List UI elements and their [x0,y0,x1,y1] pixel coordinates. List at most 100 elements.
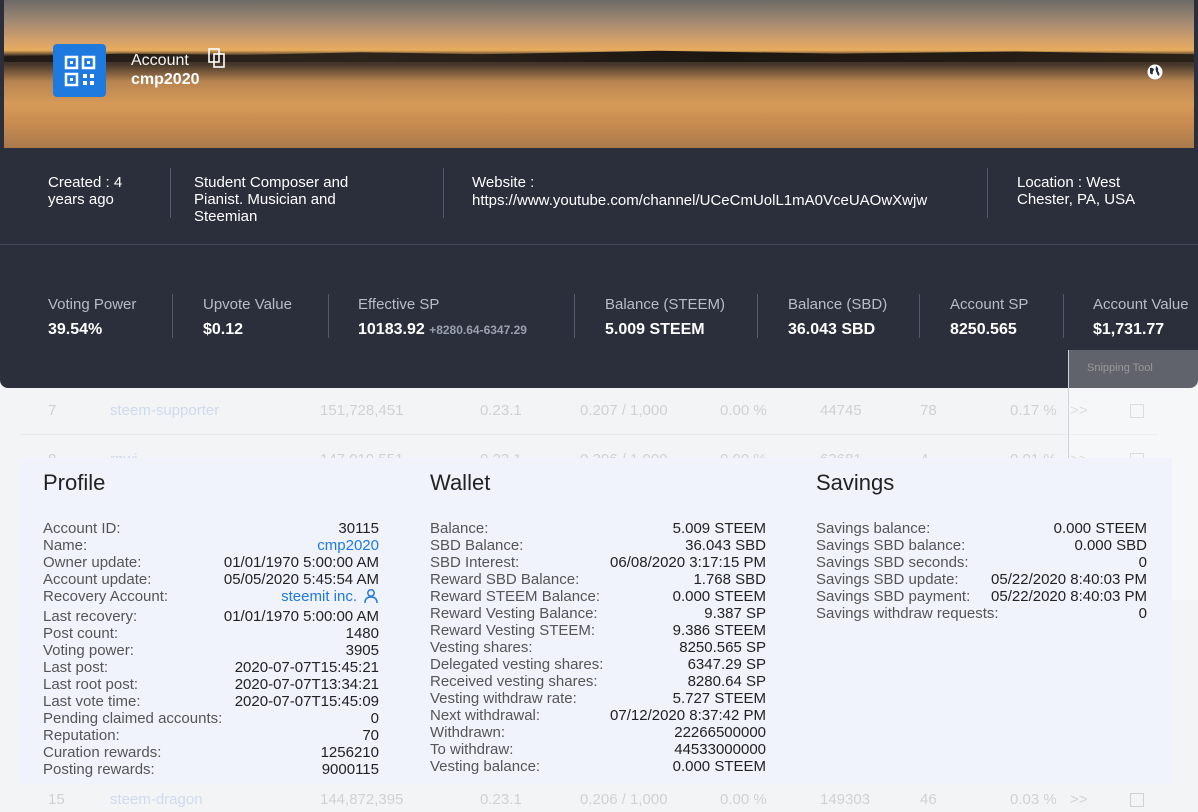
name-link[interactable]: cmp2020 [317,537,379,554]
profile-value: 01/01/1970 5:00:00 AM [223,554,379,571]
location-text: Location : West Chester, PA, USA [1017,174,1136,208]
profile-key: Recovery Account: [43,588,169,605]
stat-label: Account Value [1093,296,1189,313]
bg-cell-fee: 0.206 / 1,000 [580,791,668,808]
savings-value: 0 [1138,554,1147,571]
wallet-value: 22266500000 [674,724,766,741]
wallet-row: Reward Vesting STEEM: 9.386 STEEM [430,622,766,639]
savings-key: Savings SBD payment: [816,588,971,605]
bg-cell-fee: 0.207 / 1,000 [580,402,668,419]
wallet-value: 6347.29 SP [687,656,766,673]
wallet-key: Balance: [430,520,489,537]
wallet-row: Vesting balance: 0.000 STEEM [430,758,766,775]
profile-value: 2020-07-07T13:34:21 [234,676,379,693]
bg-cell-ver: 0.23.1 [480,791,522,808]
wallet-row: Vesting shares: 8250.565 SP [430,639,766,656]
profile-key: Posting rewards: [43,761,155,778]
profile-title: Profile [43,470,106,495]
profile-value: 3905 [345,642,379,659]
profile-value: 1256210 [320,744,379,761]
bg-cell-miss_pct: 0.03 % [1010,791,1057,808]
bg-cell-name: steem-supporter [110,402,220,419]
profile-row: Last root post: 2020-07-07T13:34:21 [43,676,379,693]
stat-voting-power: Voting Power 39.54% [48,296,136,339]
created-text: Created : 4 years ago [48,174,123,208]
account-header-card: Account cmp2020 Created : 4 years ago St… [0,0,1198,388]
profile-key: Last root post: [43,676,139,693]
qr-code-button[interactable] [53,44,106,97]
profile-row: Account ID: 30115 [43,520,379,537]
stat-value: 36.043 SBD [788,321,876,338]
website-link[interactable]: https://www.youtube.com/channel/UCeCmUol… [472,192,972,209]
profile-value: 1480 [345,625,379,642]
globe-icon[interactable] [1146,63,1164,86]
wallet-key: Delegated vesting shares: [430,656,604,673]
savings-key: Savings SBD balance: [816,537,966,554]
profile-key: Pending claimed accounts: [43,710,223,727]
stat-upvote-value: Upvote Value $0.12 [203,296,292,339]
stat-value: 5.009 STEEM [605,321,705,338]
stat-label: Effective SP [358,296,440,313]
wallet-value: 0.000 STEEM [672,758,766,775]
wallet-row: Balance: 5.009 STEEM [430,520,766,537]
bg-cell-apr: 0.00 % [720,791,767,808]
profile-row: Last post: 2020-07-07T15:45:21 [43,659,379,676]
stat-balance-sbd: Balance (SBD) 36.043 SBD [788,296,887,339]
wallet-key: Received vesting shares: [430,673,598,690]
profile-row: Last vote time: 2020-07-07T15:45:09 [43,693,379,710]
wallet-row: Vesting withdraw rate: 5.727 STEEM [430,690,766,707]
profile-key: Owner update: [43,554,142,571]
profile-row: Reputation: 70 [43,727,379,744]
header-divider [0,244,1198,245]
stat-value: $1,731.77 [1093,321,1165,338]
profile-row: Curation rewards: 1256210 [43,744,379,761]
savings-value: 05/22/2020 8:40:03 PM [991,571,1147,588]
profile-key: Reputation: [43,727,120,744]
profile-row: Voting power: 3905 [43,642,379,659]
account-name: cmp2020 [131,71,200,88]
stat-value: $0.12 [203,321,244,338]
wallet-row: SBD Balance: 36.043 SBD [430,537,766,554]
wallet-row: Withdrawn: 22266500000 [430,724,766,741]
wallet-key: Reward SBD Balance: [430,571,580,588]
stat-account-sp: Account SP 8250.565 [950,296,1028,339]
about-text: Student Composer and Pianist. Musician a… [194,174,349,225]
savings-row: Savings SBD payment: 05/22/2020 8:40:03 P… [816,588,1147,605]
profile-value: 30115 [338,520,379,537]
bg-cell-miss: 46 [920,791,937,808]
website-label: Website : [472,174,535,191]
profile-key: Last vote time: [43,693,141,710]
bg-cell-prod: 44745 [820,402,862,419]
copy-icon[interactable] [208,48,226,73]
wallet-value: 1.768 SBD [693,571,766,588]
savings-value: 05/22/2020 8:40:03 PM [991,588,1147,605]
bg-checkbox [1130,792,1144,807]
website-info: Website : https://www.youtube.com/channe… [472,174,972,209]
effective-sp-value: 10183.92 [358,321,425,338]
stat-account-value: Account Value $1,731.77 [1093,296,1189,339]
profile-key: Account ID: [43,520,121,537]
profile-row: Recovery Account: steemit inc. [43,588,379,608]
wallet-value: 44533000000 [674,741,766,758]
recovery-account-link[interactable]: steemit inc. [281,588,357,605]
bg-cell-miss: 78 [920,402,937,419]
profile-row: Last recovery: 01/01/1970 5:00:00 AM [43,608,379,625]
wallet-value: 06/08/2020 3:17:15 PM [610,554,766,571]
profile-key: Voting power: [43,642,134,659]
wallet-key: Next withdrawal: [430,707,541,724]
profile-key: Curation rewards: [43,744,162,761]
wallet-key: Reward STEEM Balance: [430,588,601,605]
profile-row: Pending claimed accounts: 0 [43,710,379,727]
profile-row: Name: cmp2020 [43,537,379,554]
stat-label: Voting Power [48,296,137,313]
stat-label: Upvote Value [203,296,292,313]
wallet-row: Delegated vesting shares: 6347.29 SP [430,656,766,673]
stat-label: Balance (STEEM) [605,296,726,313]
bg-cell-votes: 151,728,451 [320,402,404,419]
profile-row: Owner update: 01/01/1970 5:00:00 AM [43,554,379,571]
profile-row: Posting rewards: 9000115 [43,761,379,778]
stat-value: 39.54% [48,321,103,338]
profile-key: Name: [43,537,88,554]
wallet-section: Wallet Balance: 5.009 STEEM SBD Balance: 36… [430,470,766,775]
wallet-key: Reward Vesting STEEM: [430,622,596,639]
